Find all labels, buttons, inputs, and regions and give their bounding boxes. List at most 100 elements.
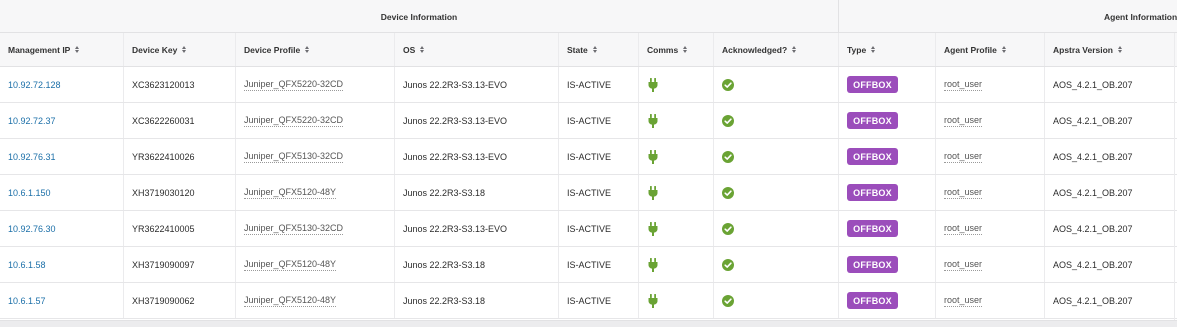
column-label: Device Profile <box>244 44 301 55</box>
management-ip-link[interactable]: 10.6.1.58 <box>8 260 46 270</box>
column-comms[interactable]: Comms <box>639 33 714 66</box>
management-ip-link[interactable]: 10.92.72.128 <box>8 80 61 90</box>
check-circle-icon <box>722 186 734 199</box>
device-profile-cell: Juniper_QFX5120-48Y <box>236 283 395 318</box>
os-version: Junos 22.2R3-S3.18 <box>403 295 486 306</box>
os-version: Junos 22.2R3-S3.18 <box>403 259 486 270</box>
apstra-version-cell: AOS_4.2.1_OB.207 <box>1045 211 1177 246</box>
device-profile[interactable]: Juniper_QFX5120-48Y <box>244 295 337 307</box>
agent-profile[interactable]: root_user <box>944 115 983 127</box>
apstra-version: AOS_4.2.1_OB.207 <box>1053 115 1133 126</box>
sort-icon[interactable] <box>1118 46 1122 53</box>
column-label: Device Key <box>132 44 178 55</box>
sort-icon[interactable] <box>305 46 310 53</box>
device-profile[interactable]: Juniper_QFX5220-32CD <box>244 79 344 91</box>
apstra-version-cell: AOS_4.2.1_OB.207 <box>1045 175 1177 210</box>
agent-profile-cell: root_user <box>936 247 1045 282</box>
column-header-row: Management IP Device Key Device Profile … <box>0 33 1177 67</box>
device-key-cell: XH3719030120 <box>124 175 236 210</box>
agent-profile-cell: root_user <box>936 67 1045 102</box>
os-cell: Junos 22.2R3-S3.13-EVO <box>395 67 559 102</box>
apstra-version: AOS_4.2.1_OB.207 <box>1053 187 1133 198</box>
agent-profile[interactable]: root_user <box>944 151 983 163</box>
plug-icon <box>648 257 658 272</box>
agent-profile[interactable]: root_user <box>944 259 983 271</box>
agent-profile-cell: root_user <box>936 175 1045 210</box>
management-ip-cell: 10.92.72.128 <box>0 67 124 102</box>
type-cell: OFFBOX <box>839 283 936 318</box>
agent-type-badge: OFFBOX <box>847 256 898 273</box>
state-cell: IS-ACTIVE <box>559 247 639 282</box>
state-cell: IS-ACTIVE <box>559 139 639 174</box>
agent-profile-cell: root_user <box>936 103 1045 138</box>
management-ip-link[interactable]: 10.6.1.57 <box>8 296 46 306</box>
device-profile[interactable]: Juniper_QFX5130-32CD <box>244 223 344 235</box>
column-type[interactable]: Type <box>839 33 936 66</box>
management-ip-cell: 10.6.1.58 <box>0 247 124 282</box>
column-acknowledged[interactable]: Acknowledged? <box>714 33 839 66</box>
type-cell: OFFBOX <box>839 211 936 246</box>
device-key: XC3622260031 <box>132 115 195 126</box>
agent-profile[interactable]: root_user <box>944 223 983 235</box>
sort-icon[interactable] <box>420 46 425 53</box>
column-state[interactable]: State <box>559 33 639 66</box>
state-cell: IS-ACTIVE <box>559 67 639 102</box>
acknowledged-cell <box>714 283 839 318</box>
device-profile[interactable]: Juniper_QFX5120-48Y <box>244 259 337 271</box>
table-row: 10.6.1.150 XH3719030120 Juniper_QFX5120-… <box>0 175 1177 211</box>
os-cell: Junos 22.2R3-S3.13-EVO <box>395 211 559 246</box>
device-key: XC3623120013 <box>132 79 195 90</box>
device-profile-cell: Juniper_QFX5220-32CD <box>236 67 395 102</box>
apstra-version: AOS_4.2.1_OB.207 <box>1053 259 1133 270</box>
sort-icon[interactable] <box>1001 46 1006 53</box>
os-version: Junos 22.2R3-S3.13-EVO <box>403 151 508 162</box>
acknowledged-cell <box>714 175 839 210</box>
column-os[interactable]: OS <box>395 33 559 66</box>
device-key: YR3622410005 <box>132 223 195 234</box>
column-agent-profile[interactable]: Agent Profile <box>936 33 1045 66</box>
sort-icon[interactable] <box>592 46 597 53</box>
device-state: IS-ACTIVE <box>567 187 612 198</box>
column-device-profile[interactable]: Device Profile <box>236 33 395 66</box>
management-ip-link[interactable]: 10.6.1.150 <box>8 188 51 198</box>
device-profile[interactable]: Juniper_QFX5130-32CD <box>244 151 344 163</box>
agent-profile[interactable]: root_user <box>944 295 983 307</box>
device-profile-cell: Juniper_QFX5120-48Y <box>236 247 395 282</box>
device-profile[interactable]: Juniper_QFX5220-32CD <box>244 115 344 127</box>
column-group-header: Device Information Agent Information <box>0 0 1177 33</box>
agent-profile[interactable]: root_user <box>944 79 983 91</box>
check-circle-icon <box>722 258 734 271</box>
agent-type-badge: OFFBOX <box>847 184 898 201</box>
sort-icon[interactable] <box>792 46 797 53</box>
column-label: Acknowledged? <box>722 44 788 55</box>
agent-type-badge: OFFBOX <box>847 76 898 93</box>
agent-profile[interactable]: root_user <box>944 187 983 199</box>
column-divider <box>1174 33 1175 320</box>
sort-icon[interactable] <box>75 46 80 53</box>
type-cell: OFFBOX <box>839 67 936 102</box>
device-profile[interactable]: Juniper_QFX5120-48Y <box>244 187 337 199</box>
management-ip-link[interactable]: 10.92.72.37 <box>8 116 56 126</box>
sort-icon[interactable] <box>683 46 688 53</box>
comms-cell <box>639 103 714 138</box>
sort-icon[interactable] <box>182 46 187 53</box>
sort-icon[interactable] <box>871 46 876 53</box>
horizontal-scrollbar[interactable] <box>0 320 1177 327</box>
plug-icon <box>648 149 658 164</box>
check-circle-icon <box>722 114 734 127</box>
os-cell: Junos 22.2R3-S3.18 <box>395 283 559 318</box>
agent-type-badge: OFFBOX <box>847 292 898 309</box>
agent-type-badge: OFFBOX <box>847 112 898 129</box>
column-apstra-version[interactable]: Apstra Version <box>1045 33 1177 66</box>
column-device-key[interactable]: Device Key <box>124 33 236 66</box>
device-key: XH3719090062 <box>132 295 195 306</box>
management-ip-link[interactable]: 10.92.76.31 <box>8 152 56 162</box>
os-cell: Junos 22.2R3-S3.13-EVO <box>395 139 559 174</box>
table-row: 10.92.72.37 XC3622260031 Juniper_QFX5220… <box>0 103 1177 139</box>
management-ip-link[interactable]: 10.92.76.30 <box>8 224 56 234</box>
column-management-ip[interactable]: Management IP <box>0 33 124 66</box>
type-cell: OFFBOX <box>839 103 936 138</box>
device-key-cell: YR3622410005 <box>124 211 236 246</box>
plug-icon <box>648 77 658 92</box>
device-state: IS-ACTIVE <box>567 223 612 234</box>
